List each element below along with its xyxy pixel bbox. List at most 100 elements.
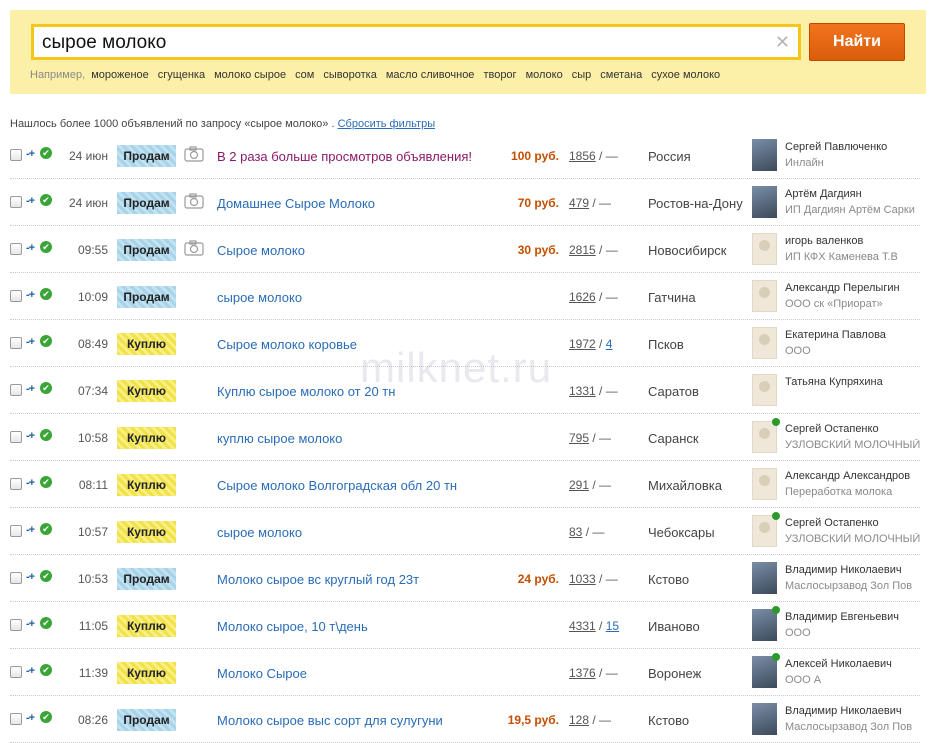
listing-title-link[interactable]: Сырое молоко коровье [217, 337, 357, 352]
seller-name[interactable]: Артём Дагдиян [785, 188, 862, 200]
listing-title-link[interactable]: Молоко сырое вс круглый год 23т [217, 572, 419, 587]
views-count: 479 [569, 196, 590, 210]
seller-name[interactable]: Александр Александров [785, 470, 910, 482]
select-checkbox[interactable] [10, 572, 22, 584]
avatar[interactable] [752, 139, 777, 171]
listing-title-link[interactable]: куплю сырое молоко [217, 431, 342, 446]
add-to-favorites-icon[interactable]: -+ [26, 289, 35, 301]
listing-title-link[interactable]: Сырое молоко Волгоградская обл 20 тн [217, 478, 457, 493]
avatar[interactable] [752, 186, 777, 218]
replies-count[interactable]: 15 [606, 619, 619, 633]
example-link[interactable]: мороженое [91, 69, 149, 81]
select-checkbox[interactable] [10, 337, 22, 349]
search-button[interactable]: Найти [809, 23, 905, 61]
add-to-favorites-icon[interactable]: -+ [26, 336, 35, 348]
replies-count[interactable]: 4 [606, 337, 613, 351]
example-link[interactable]: сыр [572, 69, 592, 81]
avatar[interactable] [752, 468, 777, 500]
listing-date: 07:34 [77, 384, 108, 398]
example-link[interactable]: сметана [600, 69, 642, 81]
seller-name[interactable]: Владимир Николаевич [785, 564, 902, 576]
example-link[interactable]: сом [295, 69, 314, 81]
avatar[interactable] [752, 233, 777, 265]
search-input[interactable] [42, 31, 762, 55]
add-to-favorites-icon[interactable]: -+ [26, 430, 35, 442]
example-link[interactable]: сыворотка [323, 69, 376, 81]
avatar[interactable] [752, 515, 777, 547]
add-to-favorites-icon[interactable]: -+ [26, 712, 35, 724]
select-checkbox[interactable] [10, 290, 22, 302]
select-checkbox[interactable] [10, 619, 22, 631]
seller-name[interactable]: Сергей Остапенко [785, 517, 879, 529]
listing-title-link[interactable]: сырое молоко [217, 290, 302, 305]
avatar[interactable] [752, 656, 777, 688]
add-to-favorites-icon[interactable]: -+ [26, 477, 35, 489]
seller-name[interactable]: Алексей Николаевич [785, 658, 892, 670]
seller-name[interactable]: Сергей Павлюченко [785, 141, 887, 153]
reset-filters-link[interactable]: Сбросить фильтры [338, 118, 436, 130]
add-to-favorites-icon[interactable]: -+ [26, 524, 35, 536]
replies-count: — [605, 384, 618, 398]
avatar[interactable] [752, 421, 777, 453]
select-checkbox[interactable] [10, 243, 22, 255]
listing-title-link[interactable]: Сырое молоко [217, 243, 305, 258]
select-checkbox[interactable] [10, 384, 22, 396]
select-checkbox[interactable] [10, 713, 22, 725]
listing-type-badge: Продам [117, 145, 176, 167]
listing-price: 24 руб. [517, 572, 559, 586]
listing-type-badge: Куплю [117, 380, 176, 402]
seller-name[interactable]: игорь валенков [785, 235, 863, 247]
avatar[interactable] [752, 609, 777, 641]
listing-title-link[interactable]: В 2 раза больше просмотров объявления! [217, 149, 472, 164]
listing-date: 10:53 [77, 572, 108, 586]
example-link[interactable]: масло сливочное [386, 69, 475, 81]
seller-name[interactable]: Александр Перелыгин [785, 282, 900, 294]
add-to-favorites-icon[interactable]: -+ [26, 665, 35, 677]
listing-title-link[interactable]: сырое молоко [217, 525, 302, 540]
listing-city: Гатчина [648, 290, 696, 305]
listing-stats: 83 / — [569, 525, 605, 539]
seller-name[interactable]: Татьяна Купряхина [785, 376, 883, 388]
avatar[interactable] [752, 562, 777, 594]
example-link[interactable]: молоко [526, 69, 563, 81]
listing-city: Ростов-на-Дону [648, 196, 743, 211]
listings-list: -+ ✔ 24 июн Продам В 2 раза больше просмотро… [10, 132, 920, 743]
seller-name[interactable]: Владимир Николаевич [785, 705, 902, 717]
close-icon[interactable]: ✕ [775, 32, 790, 52]
select-checkbox[interactable] [10, 478, 22, 490]
add-to-favorites-icon[interactable]: -+ [26, 195, 35, 207]
select-checkbox[interactable] [10, 431, 22, 443]
listing-row: -+ ✔ 10:57 Куплю сырое молоко 83 / — Чебоксары… [10, 508, 920, 555]
example-link[interactable]: молоко сырое [214, 69, 286, 81]
add-to-favorites-icon[interactable]: -+ [26, 618, 35, 630]
select-checkbox[interactable] [10, 196, 22, 208]
listing-title-link[interactable]: Молоко сырое выс сорт для сулугуни [217, 713, 443, 728]
add-to-favorites-icon[interactable]: -+ [26, 571, 35, 583]
example-link[interactable]: сухое молоко [651, 69, 720, 81]
avatar[interactable] [752, 374, 777, 406]
listing-title-link[interactable]: Молоко Сырое [217, 666, 307, 681]
listing-city: Чебоксары [648, 525, 715, 540]
seller-company: ООО ск «Приорат» [785, 298, 883, 310]
avatar[interactable] [752, 327, 777, 359]
listing-title-link[interactable]: Домашнее Сырое Молоко [217, 196, 375, 211]
select-checkbox[interactable] [10, 149, 22, 161]
avatar[interactable] [752, 703, 777, 735]
verified-check-icon: ✔ [40, 617, 52, 629]
seller-name[interactable]: Владимир Евгеньевич [785, 611, 899, 623]
add-to-favorites-icon[interactable]: -+ [26, 383, 35, 395]
listing-row: -+ ✔ 08:26 Продам Молоко сырое выс сорт для … [10, 696, 920, 743]
select-checkbox[interactable] [10, 666, 22, 678]
add-to-favorites-icon[interactable]: -+ [26, 148, 35, 160]
seller-name[interactable]: Екатерина Павлова [785, 329, 886, 341]
select-checkbox[interactable] [10, 525, 22, 537]
seller-name[interactable]: Сергей Остапенко [785, 423, 879, 435]
listing-title-link[interactable]: Молоко сырое, 10 т\день [217, 619, 368, 634]
avatar[interactable] [752, 280, 777, 312]
example-link[interactable]: сгущенка [158, 69, 205, 81]
examples-lead: Например, [30, 69, 86, 81]
listing-date: 08:49 [77, 337, 108, 351]
listing-title-link[interactable]: Куплю сырое молоко от 20 тн [217, 384, 395, 399]
example-link[interactable]: творог [483, 69, 516, 81]
add-to-favorites-icon[interactable]: -+ [26, 242, 35, 254]
